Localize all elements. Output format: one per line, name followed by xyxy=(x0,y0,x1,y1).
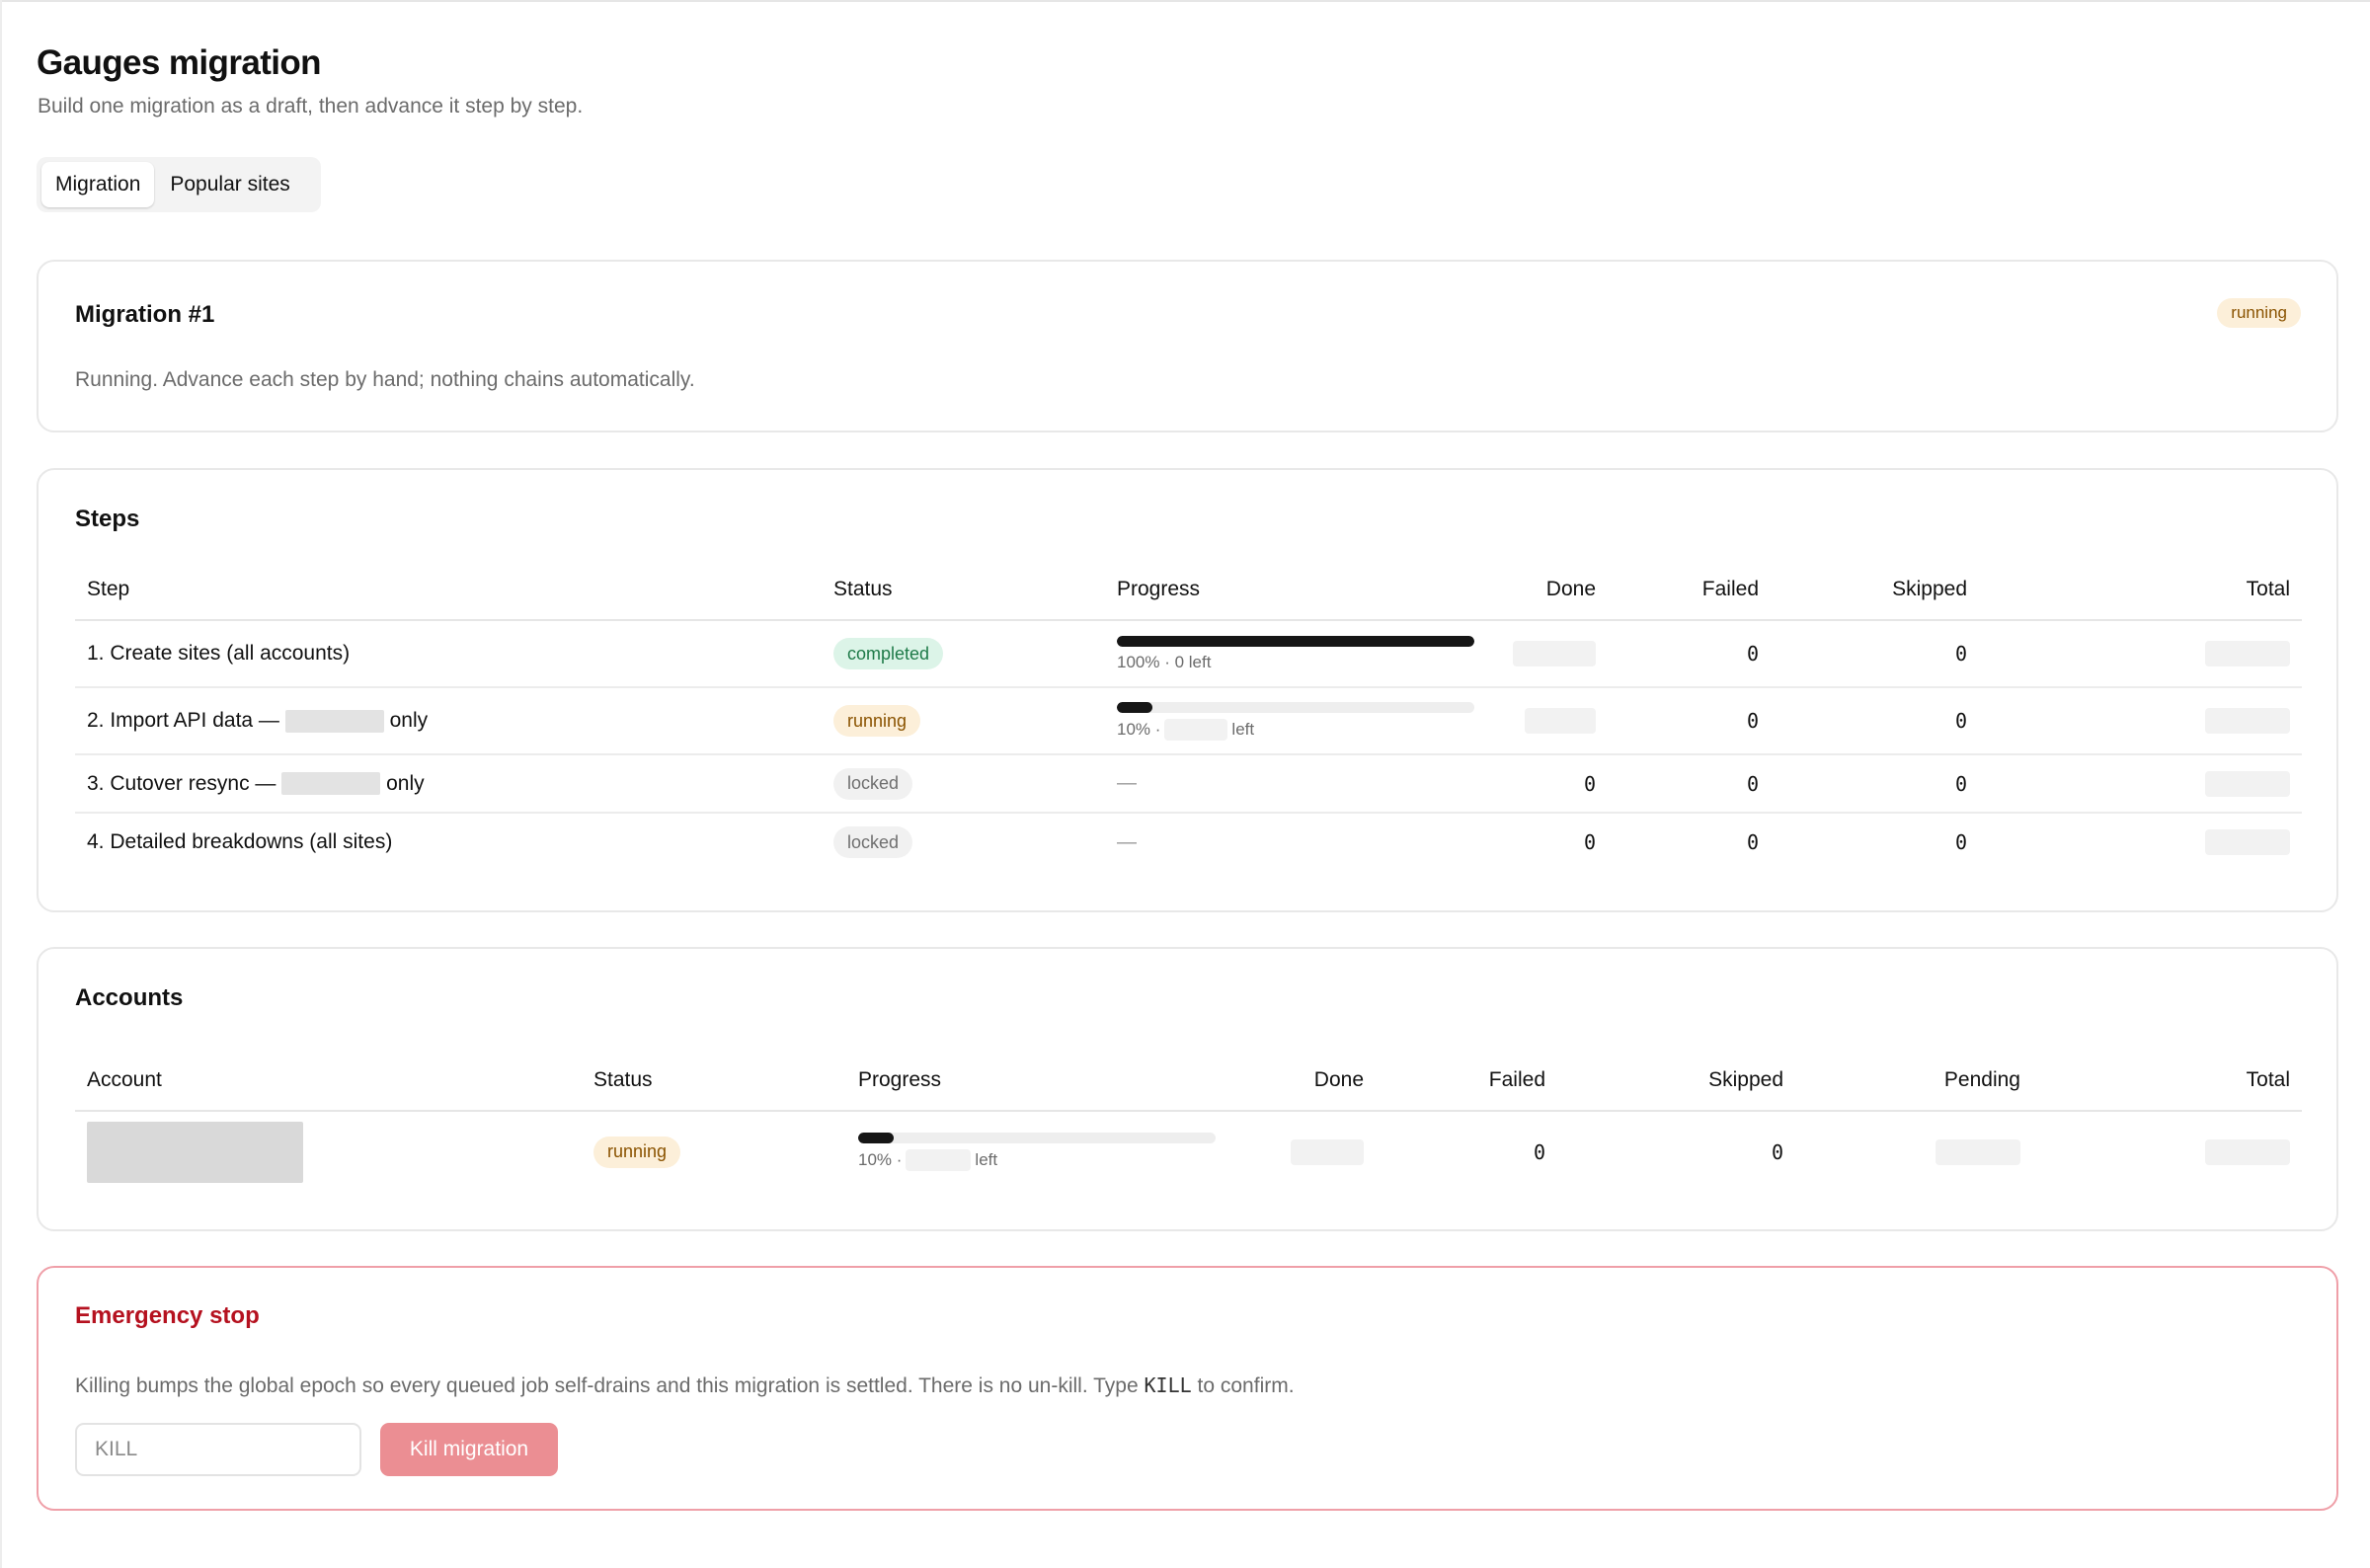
kill-confirm-input[interactable] xyxy=(75,1423,361,1476)
status-badge: completed xyxy=(833,638,944,669)
col-status: Status xyxy=(822,559,1105,621)
step-name-suffix: only xyxy=(389,709,429,732)
redacted-value xyxy=(2205,1138,2290,1165)
redacted-value xyxy=(2205,770,2290,797)
progress-empty: — xyxy=(1105,754,1473,814)
col-skipped: Skipped xyxy=(1771,559,1979,621)
migration-status-badge: running xyxy=(2217,298,2301,328)
skipped-count: 0 xyxy=(1771,754,1979,814)
migration-card: Migration #1 running Running. Advance ea… xyxy=(37,260,2338,432)
redacted-value xyxy=(906,1149,972,1171)
accounts-title: Accounts xyxy=(75,984,184,1011)
status-badge: running xyxy=(833,705,921,737)
status-badge: locked xyxy=(833,767,913,800)
redacted-value xyxy=(1164,718,1228,741)
emergency-desc-text: Killing bumps the global epoch so every … xyxy=(75,1374,1139,1397)
col-failed: Failed xyxy=(1608,559,1771,621)
skipped-count: 0 xyxy=(1771,687,1979,755)
table-row: 3. Cutover resync — only locked — 0 0 0 xyxy=(75,754,2302,814)
failed-count: 0 xyxy=(1533,1139,1545,1164)
accounts-table: Account Status Progress Done Failed Skip… xyxy=(75,1050,2302,1192)
progress-bar: 10% · left xyxy=(1117,701,1474,741)
kill-migration-button[interactable]: Kill migration xyxy=(380,1423,558,1476)
progress-text: 100% · 0 left xyxy=(1117,652,1212,671)
tab-migration[interactable]: Migration xyxy=(41,162,155,207)
emergency-desc-end: to confirm. xyxy=(1197,1374,1295,1397)
failed-count: 0 xyxy=(1608,620,1771,688)
progress-remaining-label: left xyxy=(1231,719,1255,739)
top-border xyxy=(0,0,2370,2)
redacted-value xyxy=(1936,1138,2020,1165)
redacted-account-name xyxy=(87,1121,303,1183)
table-row: running 10% · left 0 0 xyxy=(75,1111,2302,1192)
steps-card: Steps Step Status Progress Done Failed S… xyxy=(37,468,2338,912)
redacted-text xyxy=(281,772,381,796)
emergency-stop-card: Emergency stop Killing bumps the global … xyxy=(37,1266,2338,1511)
steps-title: Steps xyxy=(75,506,140,532)
progress-empty: — xyxy=(1117,830,1137,853)
tab-popular-sites[interactable]: Popular sites xyxy=(156,162,303,207)
skipped-count: 0 xyxy=(1954,830,1967,854)
table-row: 2. Import API data — only running 10% · … xyxy=(75,687,2302,755)
progress-text: 10% · left xyxy=(858,1149,1203,1171)
redacted-value xyxy=(1291,1138,1364,1165)
emergency-description: Killing bumps the global epoch so every … xyxy=(75,1373,1295,1398)
steps-table: Step Status Progress Done Failed Skipped… xyxy=(75,559,2302,871)
table-row: 1. Create sites (all accounts) completed… xyxy=(75,620,2302,688)
col-status: Status xyxy=(582,1050,846,1112)
tab-bar: Migration Popular sites xyxy=(37,157,321,212)
redacted-value xyxy=(2205,641,2290,666)
col-total: Total xyxy=(2032,1050,2302,1112)
col-done: Done xyxy=(1215,1050,1376,1112)
progress-fill xyxy=(1117,701,1153,713)
emergency-desc-code: KILL xyxy=(1144,1373,1192,1397)
left-border xyxy=(0,0,2,1568)
failed-count: 0 xyxy=(1746,830,1759,854)
step-name: 4. Detailed breakdowns (all sites) xyxy=(87,830,393,853)
step-name: 3. Cutover resync — xyxy=(87,771,276,795)
accounts-card: Accounts Account Status Progress Done Fa… xyxy=(37,947,2338,1231)
redacted-value xyxy=(1525,708,1596,734)
done-count: 0 xyxy=(1473,754,1608,814)
col-step: Step xyxy=(75,559,822,621)
skipped-count: 0 xyxy=(1771,1139,1783,1164)
progress-percent: 10% · xyxy=(858,1150,903,1169)
progress-remaining-label: left xyxy=(975,1150,998,1169)
col-total: Total xyxy=(1979,559,2302,621)
page-subtitle: Build one migration as a draft, then adv… xyxy=(38,95,584,118)
col-failed: Failed xyxy=(1376,1050,1557,1112)
col-pending: Pending xyxy=(1795,1050,2032,1112)
col-account: Account xyxy=(75,1050,582,1112)
failed-count: 0 xyxy=(1608,754,1771,814)
col-skipped: Skipped xyxy=(1557,1050,1795,1112)
page-title: Gauges migration xyxy=(37,43,322,82)
status-badge: running xyxy=(593,1136,681,1168)
status-badge: locked xyxy=(833,826,913,858)
col-progress: Progress xyxy=(846,1050,1215,1112)
redacted-value xyxy=(2205,708,2290,734)
progress-percent: 10% · xyxy=(1117,719,1161,739)
migration-title: Migration #1 xyxy=(75,301,215,328)
progress-bar: 100% · 0 left xyxy=(1117,635,1474,672)
col-progress: Progress xyxy=(1105,559,1473,621)
progress-fill xyxy=(858,1133,895,1143)
table-row: 4. Detailed breakdowns (all sites) locke… xyxy=(75,813,2302,871)
skipped-count: 0 xyxy=(1771,620,1979,688)
migration-description: Running. Advance each step by hand; noth… xyxy=(75,368,695,391)
step-name-suffix: only xyxy=(386,771,425,795)
steps-header-row: Step Status Progress Done Failed Skipped… xyxy=(75,559,2302,621)
emergency-title: Emergency stop xyxy=(75,1302,260,1329)
step-name: 2. Import API data — xyxy=(87,709,279,732)
redacted-text xyxy=(284,709,384,733)
redacted-value xyxy=(1513,641,1596,666)
accounts-header-row: Account Status Progress Done Failed Skip… xyxy=(75,1050,2302,1112)
progress-fill xyxy=(1117,635,1474,647)
redacted-value xyxy=(2205,829,2290,855)
step-name: 1. Create sites (all accounts) xyxy=(75,620,822,688)
progress-text: 10% · left xyxy=(1117,718,1462,741)
progress-bar: 10% · left xyxy=(858,1133,1216,1171)
done-count: 0 xyxy=(1583,830,1596,854)
failed-count: 0 xyxy=(1608,687,1771,755)
col-done: Done xyxy=(1473,559,1608,621)
